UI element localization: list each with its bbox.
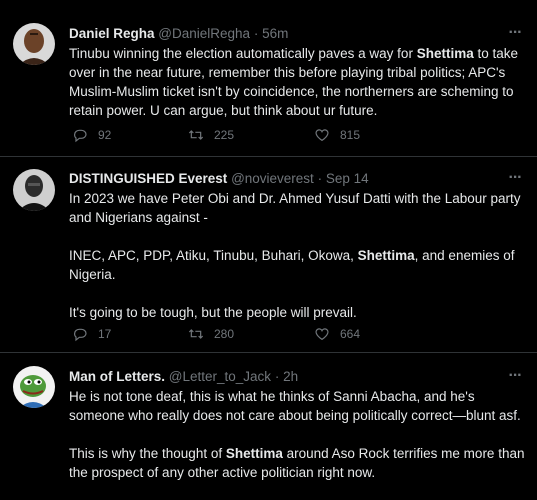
retweet-icon bbox=[188, 329, 204, 339]
separator: · bbox=[253, 26, 259, 41]
author-handle[interactable]: @DanielRegha bbox=[158, 26, 250, 41]
reply-icon bbox=[74, 129, 87, 143]
tweet-paragraph: It's going to be tough, but the people w… bbox=[69, 303, 527, 322]
reply-count: 92 bbox=[98, 128, 112, 142]
tweet-header: Daniel Regha @DanielRegha · 56m bbox=[69, 25, 497, 43]
like-count: 664 bbox=[340, 327, 361, 341]
retweet-count: 280 bbox=[214, 327, 235, 341]
text-run: In 2023 we have Peter Obi and Dr. Ahmed … bbox=[69, 191, 521, 225]
reply-count: 17 bbox=[98, 327, 112, 341]
highlighted-keyword: Shettima bbox=[416, 46, 474, 61]
text-run: He is not tone deaf, this is what he thi… bbox=[69, 389, 521, 423]
tweet-paragraph: INEC, APC, PDP, Atiku, Tinubu, Buhari, O… bbox=[69, 246, 527, 284]
heart-icon bbox=[315, 328, 329, 341]
author-name[interactable]: Daniel Regha bbox=[69, 26, 155, 41]
tweet-header: Man of Letters. @Letter_to_Jack · 2h bbox=[69, 368, 497, 386]
text-run: INEC, APC, PDP, Atiku, Tinubu, Buhari, O… bbox=[69, 248, 358, 263]
author-handle[interactable]: @Letter_to_Jack bbox=[169, 369, 271, 384]
like-count: 815 bbox=[340, 128, 361, 142]
like-button[interactable]: 815 bbox=[314, 127, 360, 143]
timestamp[interactable]: 2h bbox=[283, 369, 298, 384]
tweet-text: Tinubu winning the election automaticall… bbox=[69, 44, 527, 120]
tweet[interactable]: Man of Letters. @Letter_to_Jack · 2h ···… bbox=[0, 353, 537, 500]
tweet-header: DISTINGUISHED Everest @novieverest · Sep… bbox=[69, 170, 497, 188]
tweet-paragraph: Tinubu winning the election automaticall… bbox=[69, 44, 527, 120]
tweet-paragraph: This is why the thought of Shettima arou… bbox=[69, 444, 527, 482]
retweet-button[interactable]: 280 bbox=[188, 326, 234, 342]
reply-button[interactable]: 92 bbox=[72, 127, 111, 143]
tweet-text: He is not tone deaf, this is what he thi… bbox=[69, 387, 527, 482]
heart-icon bbox=[315, 129, 329, 142]
text-run: It's going to be tough, but the people w… bbox=[69, 305, 357, 320]
separator: · bbox=[317, 171, 323, 186]
tweet[interactable]: DISTINGUISHED Everest @novieverest · Sep… bbox=[0, 157, 537, 353]
timestamp[interactable]: 56m bbox=[262, 26, 288, 41]
highlighted-keyword: Shettima bbox=[225, 446, 283, 461]
reply-button[interactable]: 17 bbox=[72, 326, 111, 342]
author-name[interactable]: Man of Letters. bbox=[69, 369, 165, 384]
separator: · bbox=[274, 369, 280, 384]
tweet-paragraph: In 2023 we have Peter Obi and Dr. Ahmed … bbox=[69, 189, 527, 227]
retweet-count: 225 bbox=[214, 128, 235, 142]
highlighted-keyword: Shettima bbox=[357, 248, 415, 263]
text-run: This is why the thought of bbox=[69, 446, 226, 461]
author-handle[interactable]: @novieverest bbox=[231, 171, 314, 186]
author-name[interactable]: DISTINGUISHED Everest bbox=[69, 171, 227, 186]
like-button[interactable]: 664 bbox=[314, 326, 360, 342]
retweet-button[interactable]: 225 bbox=[188, 127, 234, 143]
tweet-text: In 2023 we have Peter Obi and Dr. Ahmed … bbox=[69, 189, 527, 322]
tweet[interactable]: Daniel Regha @DanielRegha · 56m ··· Tinu… bbox=[0, 0, 537, 157]
retweet-icon bbox=[188, 130, 204, 140]
avatar[interactable] bbox=[13, 23, 55, 65]
text-run: Tinubu winning the election automaticall… bbox=[69, 46, 417, 61]
avatar[interactable] bbox=[13, 169, 55, 211]
reply-icon bbox=[74, 328, 87, 342]
tweet-paragraph: He is not tone deaf, this is what he thi… bbox=[69, 387, 527, 425]
avatar[interactable] bbox=[13, 366, 55, 408]
timestamp[interactable]: Sep 14 bbox=[326, 171, 369, 186]
